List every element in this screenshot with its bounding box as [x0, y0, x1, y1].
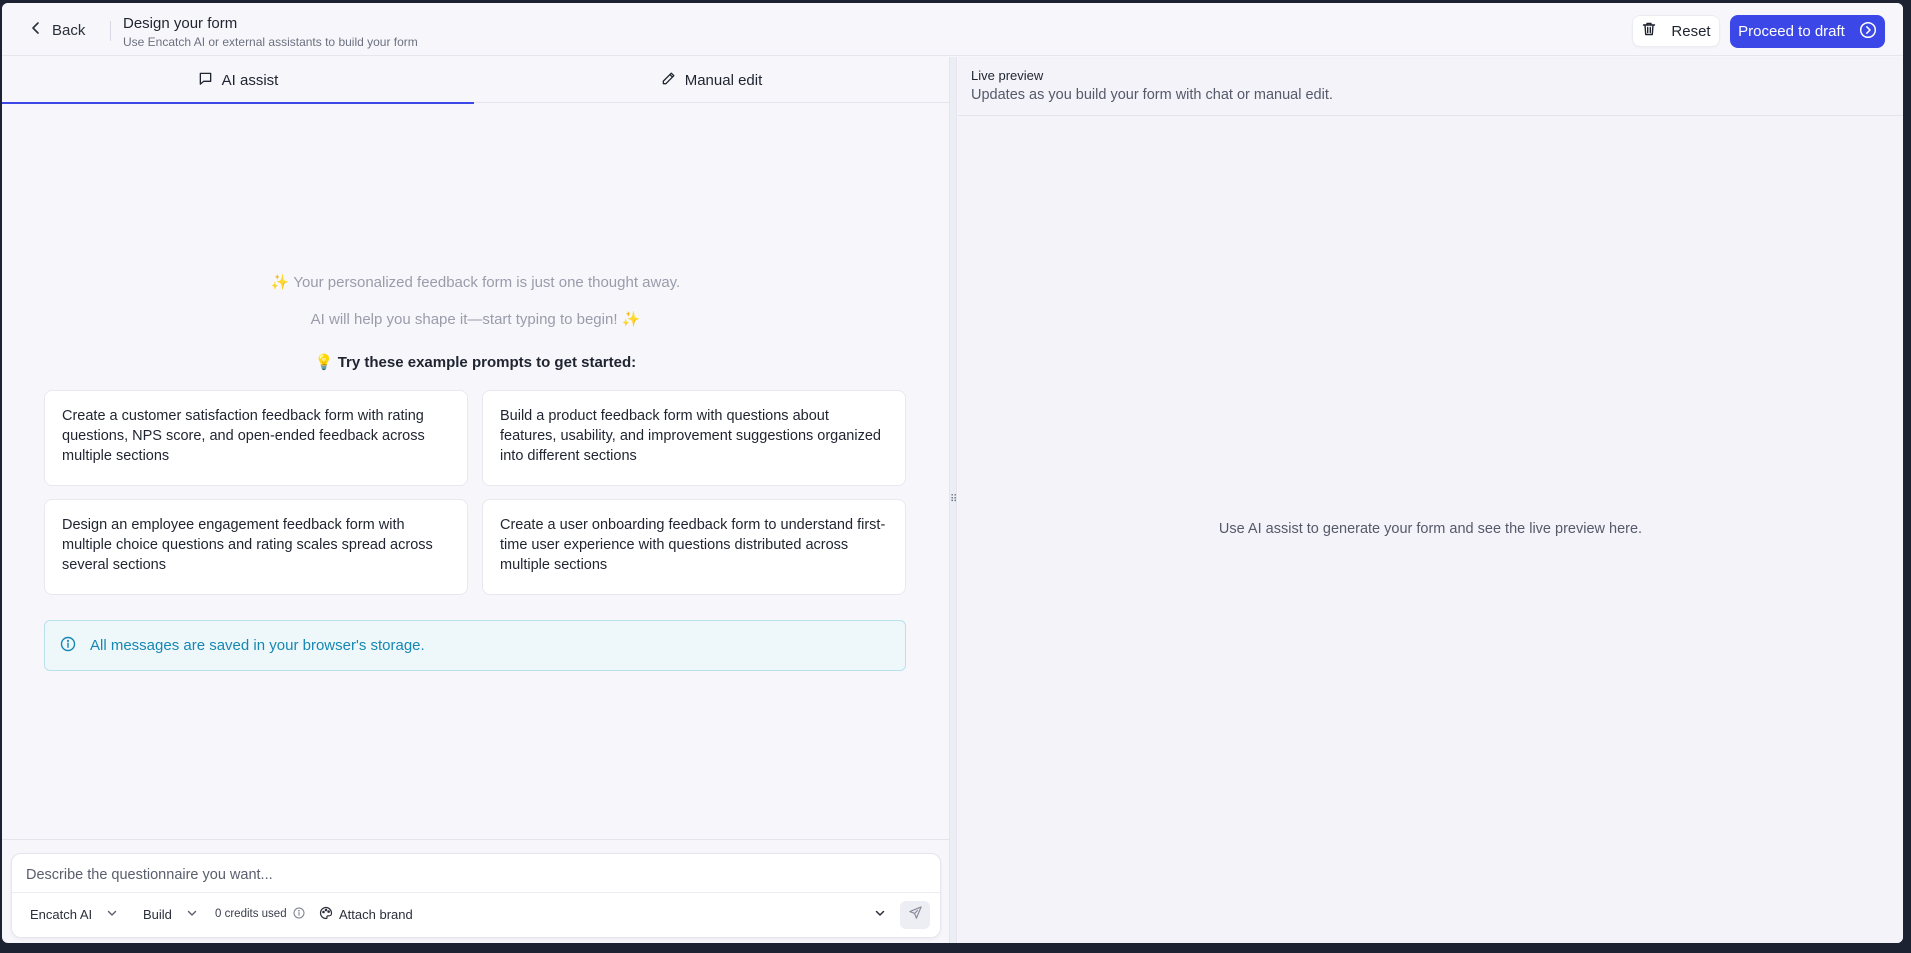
chevron-down-icon	[106, 907, 118, 922]
intro-line-1: ✨ Your personalized feedback form is jus…	[270, 274, 681, 291]
palette-icon	[319, 906, 333, 923]
app-window: Back Design your form Use Encatch AI or …	[2, 3, 1903, 943]
expand-options-button[interactable]	[874, 901, 886, 927]
example-prompt-card[interactable]: Build a product feedback form with quest…	[482, 390, 906, 486]
attach-brand-label: Attach brand	[339, 906, 413, 922]
pencil-icon	[661, 71, 676, 90]
attach-brand-button[interactable]: Attach brand	[319, 901, 413, 927]
credits-indicator: 0 credits used	[215, 901, 305, 927]
top-header: Back Design your form Use Encatch AI or …	[2, 3, 1903, 56]
arrow-circle-right-icon	[1859, 21, 1877, 43]
page-subtitle: Use Encatch AI or external assistants to…	[123, 35, 418, 49]
prompts-heading: 💡 Try these example prompts to get start…	[314, 354, 637, 371]
reset-label: Reset	[1671, 22, 1711, 40]
credits-label: 0 credits used	[215, 908, 287, 920]
mode-label: Build	[143, 906, 172, 922]
chevron-left-icon	[28, 20, 44, 40]
chevron-down-icon	[186, 907, 198, 922]
example-prompt-card[interactable]: Create a customer satisfaction feedback …	[44, 390, 468, 486]
prompt-input[interactable]	[26, 864, 906, 886]
tab-ai-assist[interactable]: AI assist	[2, 57, 474, 104]
tab-manual-edit-label: Manual edit	[684, 71, 763, 89]
example-prompt-card[interactable]: Create a user onboarding feedback form t…	[482, 499, 906, 595]
composer-divider	[2, 839, 949, 840]
preview-empty-state: Use AI assist to generate your form and …	[1218, 521, 1643, 537]
proceed-label: Proceed to draft	[1738, 23, 1845, 40]
storage-info-text: All messages are saved in your browser's…	[90, 637, 425, 654]
ai-engine-select[interactable]: Encatch AI	[30, 901, 118, 927]
live-preview-panel: Live preview Updates as you build your f…	[958, 57, 1903, 943]
preview-title: Live preview	[971, 68, 1044, 83]
composer-separator	[12, 892, 940, 893]
storage-info-banner: All messages are saved in your browser's…	[44, 620, 906, 671]
drag-grip-icon[interactable]: ⠿	[950, 495, 957, 505]
page-title: Design your form	[123, 15, 238, 32]
intro-line-2: AI will help you shape it—start typing t…	[310, 311, 641, 328]
info-icon	[60, 636, 76, 656]
chat-icon	[198, 71, 213, 90]
chevron-down-icon	[874, 907, 886, 922]
tab-ai-assist-label: AI assist	[221, 71, 279, 89]
send-button[interactable]	[900, 901, 930, 929]
back-label: Back	[52, 21, 86, 39]
proceed-to-draft-button[interactable]: Proceed to draft	[1730, 15, 1885, 48]
preview-subtitle: Updates as you build your form with chat…	[971, 87, 1333, 103]
preview-header: Live preview Updates as you build your f…	[958, 57, 1903, 116]
info-icon[interactable]	[293, 907, 305, 922]
ai-engine-label: Encatch AI	[30, 906, 93, 922]
send-icon	[908, 905, 923, 925]
mode-select[interactable]: Build	[143, 901, 198, 927]
header-divider	[110, 21, 111, 41]
chat-composer: Encatch AI Build 0 credits used	[11, 853, 941, 938]
mode-tabs: AI assist Manual edit	[2, 57, 949, 104]
tab-manual-edit[interactable]: Manual edit	[474, 57, 949, 103]
trash-icon	[1641, 21, 1657, 41]
back-button[interactable]: Back	[28, 17, 85, 43]
chat-panel: AI assist Manual edit ✨ Your personalize…	[2, 57, 949, 943]
example-prompt-card[interactable]: Design an employee engagement feedback f…	[44, 499, 468, 595]
reset-button[interactable]: Reset	[1632, 15, 1720, 47]
